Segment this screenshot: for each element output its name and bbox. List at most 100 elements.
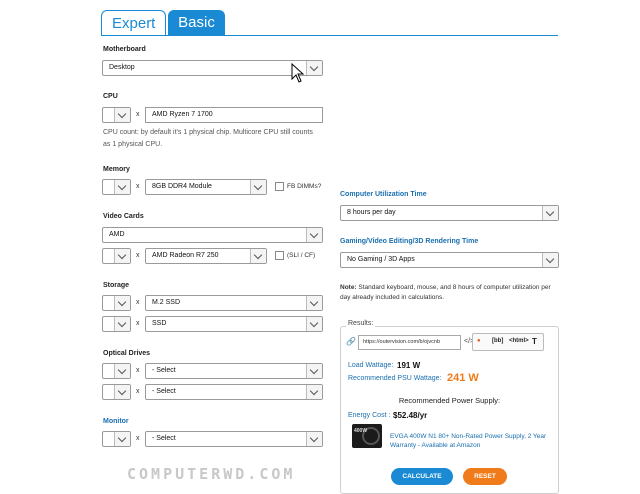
tab-divider	[101, 35, 558, 36]
chevron-down-icon	[114, 364, 130, 378]
memory-module-value: 8GB DDR4 Module	[152, 183, 212, 190]
times-sign: x	[136, 183, 140, 190]
share-toolbar: ● [bb] <html> T	[472, 333, 544, 351]
chevron-down-icon	[114, 296, 130, 310]
video-model-value: AMD Radeon R7 250	[152, 252, 219, 259]
chevron-down-icon	[306, 61, 322, 75]
chevron-down-icon	[306, 385, 322, 399]
monitor-select[interactable]: - Select	[145, 431, 323, 447]
monitor-label: Monitor	[103, 418, 129, 425]
text-icon[interactable]: T	[532, 337, 537, 346]
times-sign: x	[136, 435, 140, 442]
utilization-value: 8 hours per day	[347, 209, 396, 216]
video-quantity-select[interactable]	[102, 248, 131, 264]
energy-cost-value: $52.48/yr	[393, 411, 428, 420]
monitor-value: - Select	[152, 435, 176, 442]
optical-1-select[interactable]: - Select	[145, 363, 323, 379]
bbcode-icon[interactable]: [bb]	[492, 338, 503, 344]
video-brand-value: AMD	[109, 231, 125, 238]
times-sign: x	[136, 111, 140, 118]
storage-label: Storage	[103, 282, 130, 289]
html-icon[interactable]: <html>	[509, 338, 529, 344]
storage-2-select[interactable]: SSD	[145, 316, 323, 332]
utilization-label: Computer Utilization Time	[340, 191, 427, 198]
gaming-time-value: No Gaming / 3D Apps	[347, 256, 415, 263]
psu-wattage-value: 241 W	[447, 372, 479, 384]
calculate-button[interactable]: CALCULATE	[391, 468, 453, 485]
times-sign: x	[136, 388, 140, 395]
results-legend: Results:	[346, 320, 376, 327]
share-url-value: https://outervision.com/b/ojvcnb	[363, 339, 441, 345]
memory-quantity-select[interactable]	[102, 179, 131, 195]
motherboard-select[interactable]: Desktop	[102, 60, 323, 76]
psu-product-image[interactable]	[352, 424, 382, 448]
chevron-down-icon	[306, 228, 322, 242]
storage-1-quantity-select[interactable]	[102, 295, 131, 311]
motherboard-value: Desktop	[109, 64, 135, 71]
reddit-icon[interactable]: ●	[477, 338, 481, 344]
note-text: Note: Standard keyboard, mouse, and 8 ho…	[340, 283, 555, 303]
times-sign: x	[136, 252, 140, 259]
mode-tabs: Expert Basic	[101, 10, 225, 36]
chevron-down-icon	[114, 385, 130, 399]
cpu-quantity-select[interactable]	[102, 107, 131, 123]
sli-cf-label: (SLI / CF)	[287, 252, 316, 259]
memory-label: Memory	[103, 166, 130, 173]
storage-2-value: SSD	[152, 320, 167, 327]
storage-2-quantity-select[interactable]	[102, 316, 131, 332]
psu-product-link[interactable]: EVGA 400W N1 80+ Non-Rated Power Supply,…	[390, 432, 555, 450]
chevron-down-icon	[114, 108, 130, 122]
fb-dimms-label: FB DIMMs?	[287, 183, 322, 190]
sli-cf-checkbox[interactable]	[275, 251, 284, 260]
chevron-down-icon	[306, 364, 322, 378]
monitor-quantity-select[interactable]	[102, 431, 131, 447]
utilization-select[interactable]: 8 hours per day	[340, 205, 559, 221]
link-icon: 🔗	[346, 337, 356, 346]
mouse-cursor-icon	[291, 63, 305, 83]
optical-drives-label: Optical Drives	[103, 350, 151, 357]
chevron-down-icon	[306, 432, 322, 446]
chevron-down-icon	[306, 296, 322, 310]
video-model-select[interactable]: AMD Radeon R7 250	[145, 248, 267, 264]
motherboard-label: Motherboard	[103, 46, 146, 53]
chevron-down-icon	[306, 317, 322, 331]
tab-expert[interactable]: Expert	[101, 10, 166, 36]
cpu-help-text-2: as 1 physical CPU.	[103, 141, 163, 148]
optical-2-select[interactable]: - Select	[145, 384, 323, 400]
gaming-time-label: Gaming/Video Editing/3D Rendering Time	[340, 238, 479, 245]
share-url-input[interactable]: https://outervision.com/b/ojvcnb	[358, 335, 461, 350]
tab-basic[interactable]: Basic	[168, 10, 225, 36]
cpu-help-text: CPU count: by default it's 1 physical ch…	[103, 129, 313, 136]
energy-cost-label: Energy Cost :	[348, 412, 391, 419]
chevron-down-icon	[542, 253, 558, 267]
video-brand-select[interactable]: AMD	[102, 227, 323, 243]
cpu-model-input[interactable]: AMD Ryzen 7 1700	[145, 107, 323, 123]
storage-1-value: M.2 SSD	[152, 299, 181, 306]
note-bold: Note:	[340, 284, 357, 291]
cpu-model-value: AMD Ryzen 7 1700	[152, 111, 213, 118]
gaming-time-select[interactable]: No Gaming / 3D Apps	[340, 252, 559, 268]
optical-2-value: - Select	[152, 388, 176, 395]
psu-wattage-label: Recommended PSU Wattage:	[348, 375, 442, 382]
video-cards-label: Video Cards	[103, 213, 144, 220]
watermark: COMPUTERWD.COM	[127, 465, 296, 483]
memory-module-select[interactable]: 8GB DDR4 Module	[145, 179, 267, 195]
times-sign: x	[136, 299, 140, 306]
chevron-down-icon	[114, 180, 130, 194]
fb-dimms-checkbox[interactable]	[275, 182, 284, 191]
storage-1-select[interactable]: M.2 SSD	[145, 295, 323, 311]
optical-2-quantity-select[interactable]	[102, 384, 131, 400]
chevron-down-icon	[250, 249, 266, 263]
chevron-down-icon	[542, 206, 558, 220]
times-sign: x	[136, 367, 140, 374]
chevron-down-icon	[114, 432, 130, 446]
recommended-psu-title: Recommended Power Supply:	[398, 396, 501, 405]
chevron-down-icon	[114, 249, 130, 263]
note-body: Standard keyboard, mouse, and 8 hours of…	[340, 284, 551, 301]
reset-button[interactable]: RESET	[463, 468, 507, 485]
optical-1-value: - Select	[152, 367, 176, 374]
times-sign: x	[136, 320, 140, 327]
optical-1-quantity-select[interactable]	[102, 363, 131, 379]
cpu-label: CPU	[103, 93, 118, 100]
chevron-down-icon	[250, 180, 266, 194]
